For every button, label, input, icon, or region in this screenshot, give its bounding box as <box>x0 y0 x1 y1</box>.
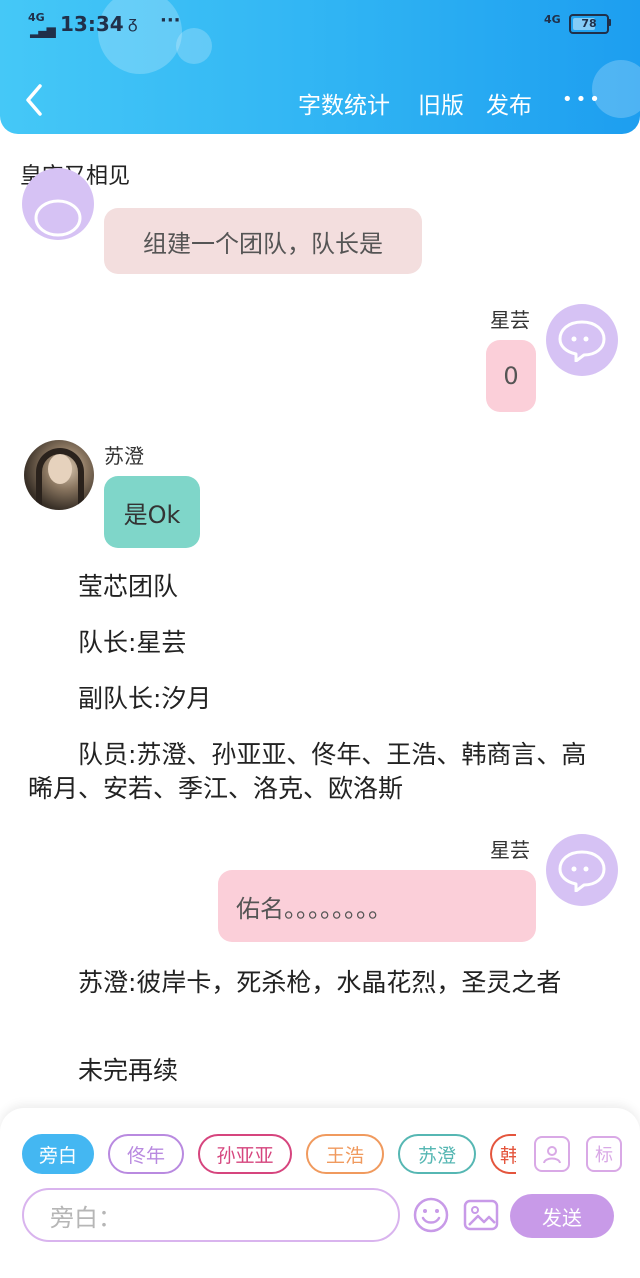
tag-button[interactable]: 标 <box>586 1136 622 1172</box>
gallery-icon: ᵹ <box>128 13 138 33</box>
back-button[interactable] <box>20 80 52 120</box>
more-button[interactable]: ••• <box>562 86 602 114</box>
network-type: 4G <box>28 11 45 24</box>
send-button[interactable]: 发送 <box>510 1194 614 1238</box>
speaker-name: 星芸 <box>490 838 530 862</box>
tag-label: 标 <box>595 1145 613 1166</box>
notification-dots: ··· <box>160 10 181 31</box>
narration-line[interactable]: 未完再续 <box>28 1054 608 1088</box>
more-horizontal-icon: ••• <box>562 89 603 110</box>
top-app-bar: 4G ▂▄▆ 13:34 ᵹ ··· 4G 78 字数统计 旧版 发布 ••• <box>0 0 640 134</box>
battery-cap <box>608 19 611 26</box>
image-icon <box>463 1199 499 1231</box>
narration-line[interactable]: 队员:苏澄、孙亚亚、佟年、王浩、韩商言、高晞月、安若、季江、洛克、欧洛斯 <box>28 738 608 806</box>
avatar-photo[interactable] <box>24 440 94 510</box>
clock: 13:34 <box>60 12 124 36</box>
publish-button[interactable]: 发布 <box>486 86 532 120</box>
character-chip-narrator[interactable]: 旁白 <box>22 1134 94 1174</box>
character-chip[interactable]: 王浩 <box>306 1134 384 1174</box>
old-version-button[interactable]: 旧版 <box>418 86 464 120</box>
message-bubble[interactable]: 佑名。。。。。。。。 <box>218 870 536 942</box>
message-bubble[interactable]: 是Ok <box>104 476 200 548</box>
character-manage-button[interactable] <box>534 1136 570 1172</box>
narration-line[interactable]: 苏澄:彼岸卡，死杀枪，水晶花烈，圣灵之者 <box>28 966 608 1000</box>
chat-bubble-icon <box>558 850 606 892</box>
dialogue-input[interactable]: 旁白： <box>22 1188 400 1242</box>
narration-line[interactable]: 队长:星芸 <box>28 626 608 660</box>
word-count-button[interactable]: 字数统计 <box>298 86 390 120</box>
character-chip[interactable]: 佟年 <box>108 1134 184 1174</box>
character-chip[interactable]: 孙亚亚 <box>198 1134 292 1174</box>
chat-bubble-icon <box>558 320 606 362</box>
image-button[interactable] <box>462 1196 500 1234</box>
signal-icon: ▂▄▆ <box>30 24 56 38</box>
message-bubble[interactable]: 0 <box>486 340 536 412</box>
emoji-button[interactable] <box>412 1196 450 1234</box>
smiley-icon <box>413 1197 449 1233</box>
narration-line[interactable]: 副队长:汐月 <box>28 682 608 716</box>
status-bar: 4G ▂▄▆ 13:34 ᵹ ··· 4G 78 <box>0 0 640 50</box>
person-card-icon <box>543 1146 561 1164</box>
message-bubble[interactable]: 组建一个团队，队长是 <box>104 208 422 274</box>
portrait-hair <box>36 448 84 510</box>
speaker-name: 苏澄 <box>104 444 144 468</box>
network-type-right: 4G <box>544 13 561 26</box>
avatar[interactable] <box>22 168 94 240</box>
speaker-name: 星芸 <box>490 308 530 332</box>
input-placeholder: 旁白： <box>50 1203 122 1232</box>
narration-line[interactable]: 莹芯团队 <box>28 570 608 604</box>
battery-level: 78 <box>581 17 597 30</box>
avatar[interactable] <box>546 834 618 906</box>
avatar[interactable] <box>546 304 618 376</box>
chat-bubble-icon <box>34 199 82 237</box>
character-chip[interactable]: 苏澄 <box>398 1134 476 1174</box>
battery-icon: 78 <box>569 14 609 34</box>
chevron-left-icon <box>26 84 42 116</box>
